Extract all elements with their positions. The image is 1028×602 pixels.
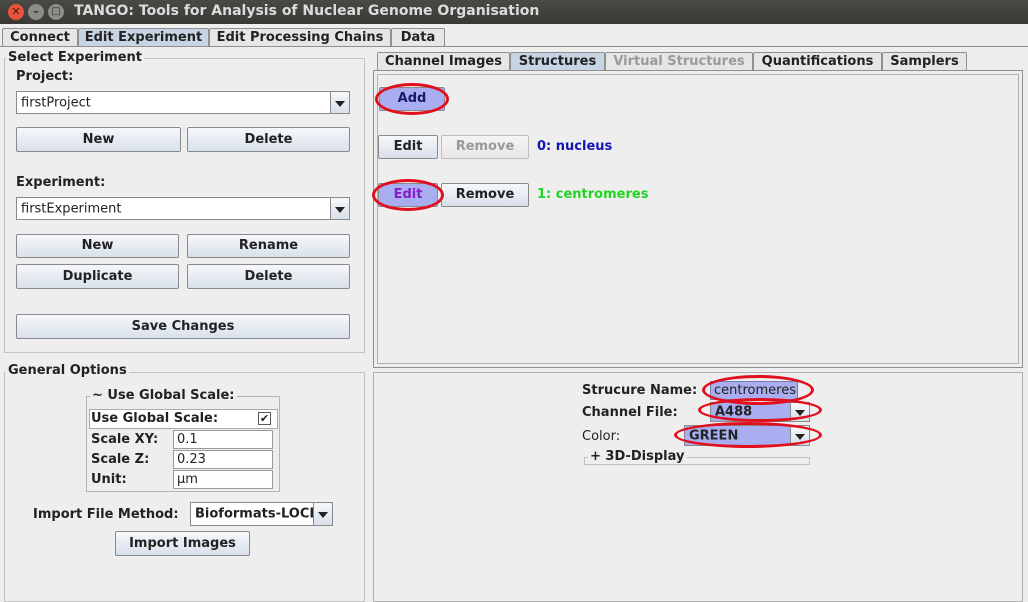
close-icon[interactable]: ✕ xyxy=(8,4,24,20)
tab-virtual-structures[interactable]: Virtual Structures xyxy=(605,52,753,71)
global-scale-title: ~ Use Global Scale: xyxy=(90,388,237,403)
remove-structure-button[interactable]: Remove xyxy=(441,135,529,159)
import-method-value: Bioformats-LOCI xyxy=(195,506,315,522)
tab-quantifications[interactable]: Quantifications xyxy=(753,52,882,71)
general-options-title: General Options xyxy=(6,363,129,378)
project-select[interactable]: firstProject xyxy=(16,91,350,114)
scale-xy-label: Scale XY: xyxy=(91,432,159,447)
project-delete-button[interactable]: Delete xyxy=(187,127,350,152)
chevron-down-icon[interactable] xyxy=(790,426,809,445)
scale-z-input[interactable]: 0.23 xyxy=(173,450,273,469)
import-method-label: Import File Method: xyxy=(33,507,179,522)
tab-edit-experiment[interactable]: Edit Experiment xyxy=(78,28,209,47)
import-images-button[interactable]: Import Images xyxy=(115,531,250,556)
structure-name-label: Strucure Name: xyxy=(582,383,698,398)
project-new-button[interactable]: New xyxy=(16,127,181,152)
import-method-select[interactable]: Bioformats-LOCI xyxy=(190,502,333,526)
color-value: GREEN xyxy=(689,428,739,443)
scale-z-label: Scale Z: xyxy=(91,452,150,467)
tab-edit-processing-chains[interactable]: Edit Processing Chains xyxy=(209,28,391,47)
window-title: TANGO: Tools for Analysis of Nuclear Gen… xyxy=(74,3,540,19)
display-3d-toggle[interactable]: + 3D-Display xyxy=(588,449,687,464)
maximize-icon[interactable]: □ xyxy=(48,4,64,20)
unit-label: Unit: xyxy=(91,472,127,487)
experiment-duplicate-button[interactable]: Duplicate xyxy=(16,264,179,289)
remove-structure-button[interactable]: Remove xyxy=(441,183,529,207)
unit-input[interactable]: µm xyxy=(173,470,273,489)
tab-strip-divider xyxy=(0,46,1028,47)
project-value: firstProject xyxy=(21,95,91,110)
experiment-rename-button[interactable]: Rename xyxy=(187,234,350,258)
structure-name: 1: centromeres xyxy=(537,187,649,202)
channel-file-select[interactable]: A488 xyxy=(710,402,810,422)
chevron-down-icon[interactable] xyxy=(330,198,349,219)
edit-structure-button[interactable]: Edit xyxy=(378,183,438,207)
experiment-value: firstExperiment xyxy=(21,201,122,216)
structures-list xyxy=(377,74,1019,364)
tab-connect[interactable]: Connect xyxy=(2,28,78,47)
title-bar: ✕ – □ TANGO: Tools for Analysis of Nucle… xyxy=(0,0,1028,24)
use-global-scale-label: Use Global Scale: xyxy=(91,411,219,426)
color-label: Color: xyxy=(582,429,621,444)
minimize-icon[interactable]: – xyxy=(28,4,44,20)
save-changes-button[interactable]: Save Changes xyxy=(16,314,350,339)
structure-properties-panel xyxy=(373,372,1023,602)
chevron-down-icon[interactable] xyxy=(330,92,349,113)
experiment-new-button[interactable]: New xyxy=(16,234,179,258)
use-global-scale-checkbox[interactable]: ✔ xyxy=(258,412,271,425)
edit-structure-button[interactable]: Edit xyxy=(378,135,438,159)
tab-samplers[interactable]: Samplers xyxy=(882,52,967,71)
experiment-delete-button[interactable]: Delete xyxy=(187,264,350,289)
channel-file-value: A488 xyxy=(715,404,753,420)
experiment-select[interactable]: firstExperiment xyxy=(16,197,350,220)
tab-data[interactable]: Data xyxy=(391,28,445,47)
tab-channel-images[interactable]: Channel Images xyxy=(377,52,510,71)
project-label: Project: xyxy=(16,69,74,84)
tab-structures[interactable]: Structures xyxy=(510,52,605,71)
structure-name-input[interactable]: centromeres xyxy=(710,381,798,400)
channel-file-label: Channel File: xyxy=(582,405,678,420)
structure-name: 0: nucleus xyxy=(537,139,613,154)
chevron-down-icon[interactable] xyxy=(313,503,332,525)
experiment-label: Experiment: xyxy=(16,175,106,190)
add-structure-button[interactable]: Add xyxy=(379,87,445,111)
chevron-down-icon[interactable] xyxy=(790,403,809,421)
scale-xy-input[interactable]: 0.1 xyxy=(173,430,273,449)
color-select[interactable]: GREEN xyxy=(684,425,810,446)
select-experiment-title: Select Experiment xyxy=(6,50,144,65)
